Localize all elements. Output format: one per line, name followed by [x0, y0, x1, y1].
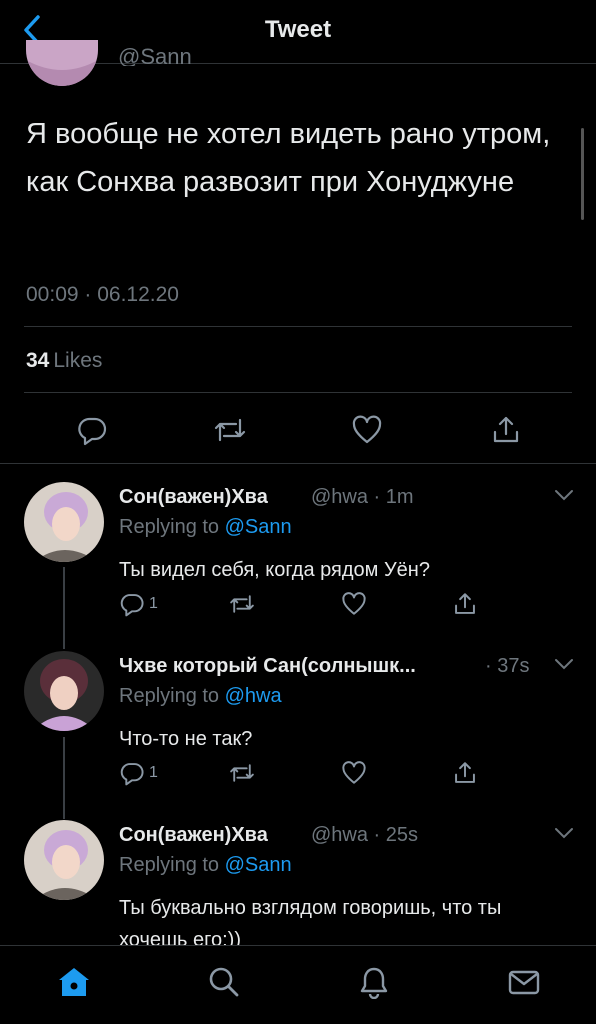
reply-bubble-icon: [78, 417, 107, 446]
retweet-icon: [214, 418, 246, 442]
reply-count: 1: [149, 764, 158, 781]
heart-icon: [342, 592, 366, 615]
thread-line: [63, 567, 65, 649]
share-icon: [455, 762, 475, 783]
retweet-button[interactable]: [228, 588, 256, 620]
tweet-timestamp: 00:09 · 06.12.20: [26, 283, 179, 306]
reply-action-bar: 1: [119, 588, 579, 620]
replying-prefix: Replying to: [119, 854, 220, 876]
divider: [24, 326, 572, 327]
tab-home[interactable]: [52, 960, 96, 1004]
display-name[interactable]: Сон(важен)Хва: [119, 486, 268, 509]
avatar[interactable]: [24, 651, 104, 731]
heart-icon: [342, 761, 366, 784]
mention-link[interactable]: @Sann: [225, 516, 292, 538]
like-button[interactable]: [345, 408, 389, 452]
likes-label: Likes: [53, 349, 103, 372]
replying-prefix: Replying to: [119, 685, 220, 707]
tab-notifications[interactable]: [352, 960, 396, 1004]
chevron-down-icon[interactable]: [553, 488, 575, 502]
divider: [0, 463, 596, 464]
home-icon: [59, 968, 89, 996]
mention-link[interactable]: @hwa: [225, 685, 282, 707]
author-avatar[interactable]: [26, 40, 98, 86]
retweet-icon: [230, 595, 254, 613]
share-icon: [493, 416, 519, 443]
bottom-tab-bar: [0, 946, 596, 1024]
like-button[interactable]: [341, 588, 367, 620]
handle-time: · 37s: [485, 655, 530, 677]
likes-count-link[interactable]: 34 Likes: [26, 349, 102, 373]
search-icon: [209, 967, 239, 997]
retweet-button[interactable]: [228, 757, 256, 789]
scrollbar[interactable]: [581, 128, 584, 220]
reply-action-bar: 1: [119, 757, 579, 789]
mail-icon: [508, 970, 540, 995]
like-button[interactable]: [341, 757, 367, 789]
mention-link[interactable]: @Sann: [225, 854, 292, 876]
replying-prefix: Replying to: [119, 516, 220, 538]
divider: [24, 392, 572, 393]
author-handle: @Sann: [118, 44, 192, 66]
tab-search[interactable]: [202, 960, 246, 1004]
share-button[interactable]: [452, 757, 478, 789]
share-icon: [455, 593, 475, 614]
tab-messages[interactable]: [502, 960, 546, 1004]
chevron-down-icon[interactable]: [553, 657, 575, 671]
chevron-down-icon[interactable]: [553, 826, 575, 840]
share-button[interactable]: [452, 588, 478, 620]
retweet-icon: [230, 764, 254, 782]
display-name[interactable]: Чхве который Сан(солнышк...: [119, 655, 416, 678]
thread-line: [63, 737, 65, 819]
reply-bubble-icon: [120, 594, 144, 617]
replying-to: Replying to @Sann: [119, 854, 292, 877]
tweet-text: Я вообще не хотел видеть рано утром, как…: [26, 118, 551, 198]
reply-text: Ты видел себя, когда рядом Уён?: [119, 559, 430, 581]
handle-time: @hwa · 25s: [311, 824, 419, 846]
replying-to: Replying to @Sann: [119, 516, 292, 539]
replying-to: Replying to @hwa: [119, 685, 282, 708]
heart-icon: [352, 415, 382, 444]
reply-button[interactable]: 1: [119, 757, 158, 789]
reply-text: Что-то не так?: [119, 728, 253, 750]
reply-count: 1: [149, 595, 158, 612]
avatar[interactable]: [24, 482, 104, 562]
display-name[interactable]: Сон(важен)Хва: [119, 824, 268, 847]
handle-time: @hwa · 1m: [311, 486, 414, 508]
avatar[interactable]: [24, 820, 104, 900]
reply-bubble-icon: [120, 763, 144, 786]
reply-button[interactable]: 1: [119, 588, 158, 620]
likes-count: 34: [26, 349, 50, 372]
tweet-action-bar: [0, 408, 596, 452]
reply-button[interactable]: [70, 408, 114, 452]
share-button[interactable]: [484, 408, 528, 452]
retweet-button[interactable]: [208, 408, 252, 452]
bell-icon: [360, 967, 388, 999]
